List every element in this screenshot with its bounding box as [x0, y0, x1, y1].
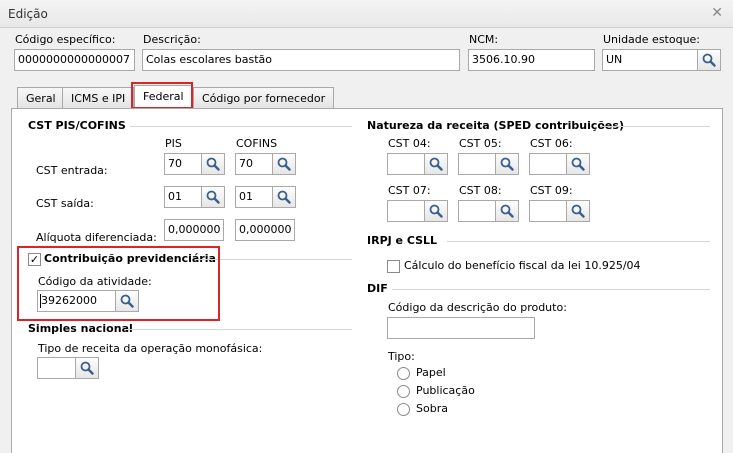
cst09-search-button[interactable]	[566, 200, 590, 222]
search-icon	[206, 190, 220, 204]
search-icon	[206, 157, 220, 171]
radio-publicacao[interactable]	[397, 385, 410, 398]
irpj-separator	[447, 241, 710, 242]
cst06-field[interactable]	[529, 153, 567, 175]
simples-separator	[125, 329, 352, 330]
aliquota-pis-field[interactable]: 0,000000	[164, 219, 224, 241]
tipo-receita-search-button[interactable]	[75, 357, 99, 379]
cst-entrada-pis-search-button[interactable]	[201, 153, 225, 175]
cst05-field[interactable]	[458, 153, 496, 175]
cst-entrada-cofins-field[interactable]: 70	[235, 153, 273, 175]
radio-sobra[interactable]	[397, 403, 410, 416]
pis-header: PIS	[165, 137, 182, 150]
search-icon	[571, 204, 585, 218]
search-icon	[702, 53, 716, 67]
codigo-descricao-produto-label: Código da descrição do produto:	[388, 301, 567, 314]
search-icon	[571, 157, 585, 171]
search-icon	[429, 157, 443, 171]
cst05-label: CST 05:	[459, 137, 502, 150]
cst04-field[interactable]	[387, 153, 425, 175]
aliquota-diferenciada-label: Alíquota diferenciada:	[36, 231, 157, 244]
unidade-estoque-label: Unidade estoque:	[603, 33, 701, 46]
tab-codigo-fornecedor[interactable]: Código por fornecedor	[193, 87, 335, 109]
cst04-label: CST 04:	[388, 137, 431, 150]
natureza-receita-title: Natureza da receita (SPED contribuições)	[367, 119, 624, 132]
cst07-field[interactable]	[387, 200, 425, 222]
cst-entrada-cofins-search-button[interactable]	[272, 153, 296, 175]
ncm-label: NCM:	[469, 33, 499, 46]
cst06-label: CST 06:	[530, 137, 573, 150]
radio-publicacao-label: Publicação	[416, 384, 475, 397]
codigo-especifico-label: Código específico:	[15, 33, 116, 46]
cst-saida-cofins-field[interactable]: 01	[235, 186, 273, 208]
tipo-receita-label: Tipo de receita da operação monofásica:	[38, 342, 263, 355]
cst-entrada-pis-field[interactable]: 70	[164, 153, 202, 175]
search-icon	[429, 204, 443, 218]
search-icon	[500, 204, 514, 218]
irpj-csll-title: IRPJ e CSLL	[367, 234, 438, 247]
natureza-separator	[600, 126, 710, 127]
cst-saida-cofins-search-button[interactable]	[272, 186, 296, 208]
tipo-receita-field[interactable]	[37, 357, 76, 379]
codigo-especifico-field[interactable]: 0000000000000007	[14, 49, 135, 71]
codigo-descricao-produto-field[interactable]	[387, 317, 535, 339]
simples-nacional-title: Simples nacional	[28, 322, 133, 335]
cst-entrada-label: CST entrada:	[36, 164, 108, 177]
search-icon	[277, 190, 291, 204]
unidade-search-button[interactable]	[697, 49, 721, 71]
beneficio-fiscal-label: Cálculo do benefício fiscal da lei 10.92…	[404, 259, 641, 272]
dif-tipo-label: Tipo:	[388, 350, 415, 363]
beneficio-fiscal-checkbox[interactable]	[387, 260, 400, 273]
cst05-search-button[interactable]	[495, 153, 519, 175]
cst07-label: CST 07:	[388, 184, 431, 197]
ncm-field[interactable]: 3506.10.90	[468, 49, 595, 71]
dif-title: DIF	[367, 282, 388, 295]
cst09-field[interactable]	[529, 200, 567, 222]
cst-saida-pis-field[interactable]: 01	[164, 186, 202, 208]
cst06-search-button[interactable]	[566, 153, 590, 175]
cst09-label: CST 09:	[530, 184, 573, 197]
cst08-label: CST 08:	[459, 184, 502, 197]
radio-papel[interactable]	[397, 367, 410, 380]
contribuicao-highlight	[17, 246, 220, 321]
cst08-search-button[interactable]	[495, 200, 519, 222]
cst-saida-label: CST saída:	[36, 197, 94, 210]
dif-separator	[392, 289, 710, 290]
cst-saida-pis-search-button[interactable]	[201, 186, 225, 208]
radio-papel-label: Papel	[416, 366, 446, 379]
tab-geral[interactable]: Geral	[17, 87, 65, 109]
aliquota-cofins-field[interactable]: 0,000000	[235, 219, 295, 241]
federal-tab-highlight	[131, 82, 193, 109]
descricao-field[interactable]: Colas escolares bastão	[142, 49, 460, 71]
search-icon	[277, 157, 291, 171]
cst-section-title: CST PIS/COFINS	[28, 119, 126, 132]
tab-icms-ipi[interactable]: ICMS e IPI	[62, 87, 135, 109]
search-icon	[80, 361, 94, 375]
close-icon[interactable]: ✕	[711, 5, 723, 21]
radio-sobra-label: Sobra	[416, 402, 448, 415]
cst04-search-button[interactable]	[424, 153, 448, 175]
window-title: Edição	[8, 7, 48, 21]
cst-separator	[130, 126, 352, 127]
cofins-header: COFINS	[236, 137, 278, 150]
cst07-search-button[interactable]	[424, 200, 448, 222]
descricao-label: Descrição:	[143, 33, 201, 46]
window-titlebar: Edição ✕	[0, 0, 733, 28]
search-icon	[500, 157, 514, 171]
unidade-estoque-field[interactable]: UN	[602, 49, 698, 71]
cst08-field[interactable]	[458, 200, 496, 222]
